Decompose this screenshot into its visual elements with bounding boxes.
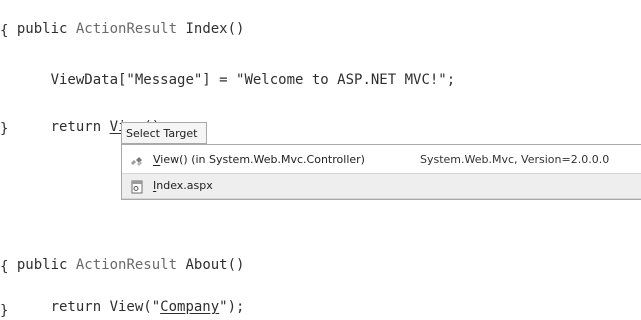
code-line-7: { bbox=[0, 259, 9, 275]
code-line-2: { bbox=[0, 23, 9, 39]
code-line-6: public ActionResult About() bbox=[0, 238, 245, 274]
index-aspx-text: ndex.aspx bbox=[156, 179, 213, 192]
code-line-9: } bbox=[0, 303, 9, 319]
keyword-public: public bbox=[16, 257, 76, 273]
code-line-3: ViewData["Message"] = "Welcome to ASP.NE… bbox=[0, 53, 456, 89]
code-line-8: return View("Company"); bbox=[0, 280, 245, 316]
code-line-5: } bbox=[0, 121, 9, 137]
company-view-link[interactable]: Company bbox=[160, 299, 219, 315]
return-keyword: return bbox=[50, 119, 110, 135]
viewdata-statement: ViewData["Message"] = "Welcome to ASP.NE… bbox=[50, 72, 456, 88]
popup-item-view-method[interactable]: View() (in System.Web.Mvc.Controller) Sy… bbox=[122, 148, 641, 172]
view-method-label: View() (in System.Web.Mvc.Controller) bbox=[153, 148, 365, 172]
select-target-popup: View() (in System.Web.Mvc.Controller) Sy… bbox=[121, 144, 641, 200]
aspx-file-icon bbox=[130, 179, 144, 194]
assembly-version-label: System.Web.Mvc, Version=2.0.0.0 bbox=[420, 153, 610, 166]
return-view-prefix: return View(" bbox=[50, 299, 161, 315]
type-actionresult: ActionResult bbox=[75, 21, 178, 37]
popup-item-index-aspx[interactable]: Index.aspx bbox=[122, 173, 641, 199]
keyword-public: public bbox=[16, 21, 76, 37]
type-actionresult: ActionResult bbox=[75, 257, 178, 273]
method-icon bbox=[130, 153, 144, 167]
call-suffix: "); bbox=[219, 299, 245, 315]
method-signature-about: About() bbox=[177, 257, 245, 273]
view-method-text: iew() (in System.Web.Mvc.Controller) bbox=[160, 153, 365, 166]
index-aspx-label: Index.aspx bbox=[153, 174, 213, 198]
method-signature-index: Index() bbox=[177, 21, 245, 37]
select-target-title: Select Target bbox=[121, 122, 207, 144]
code-line-1: public ActionResult Index() bbox=[0, 2, 245, 38]
